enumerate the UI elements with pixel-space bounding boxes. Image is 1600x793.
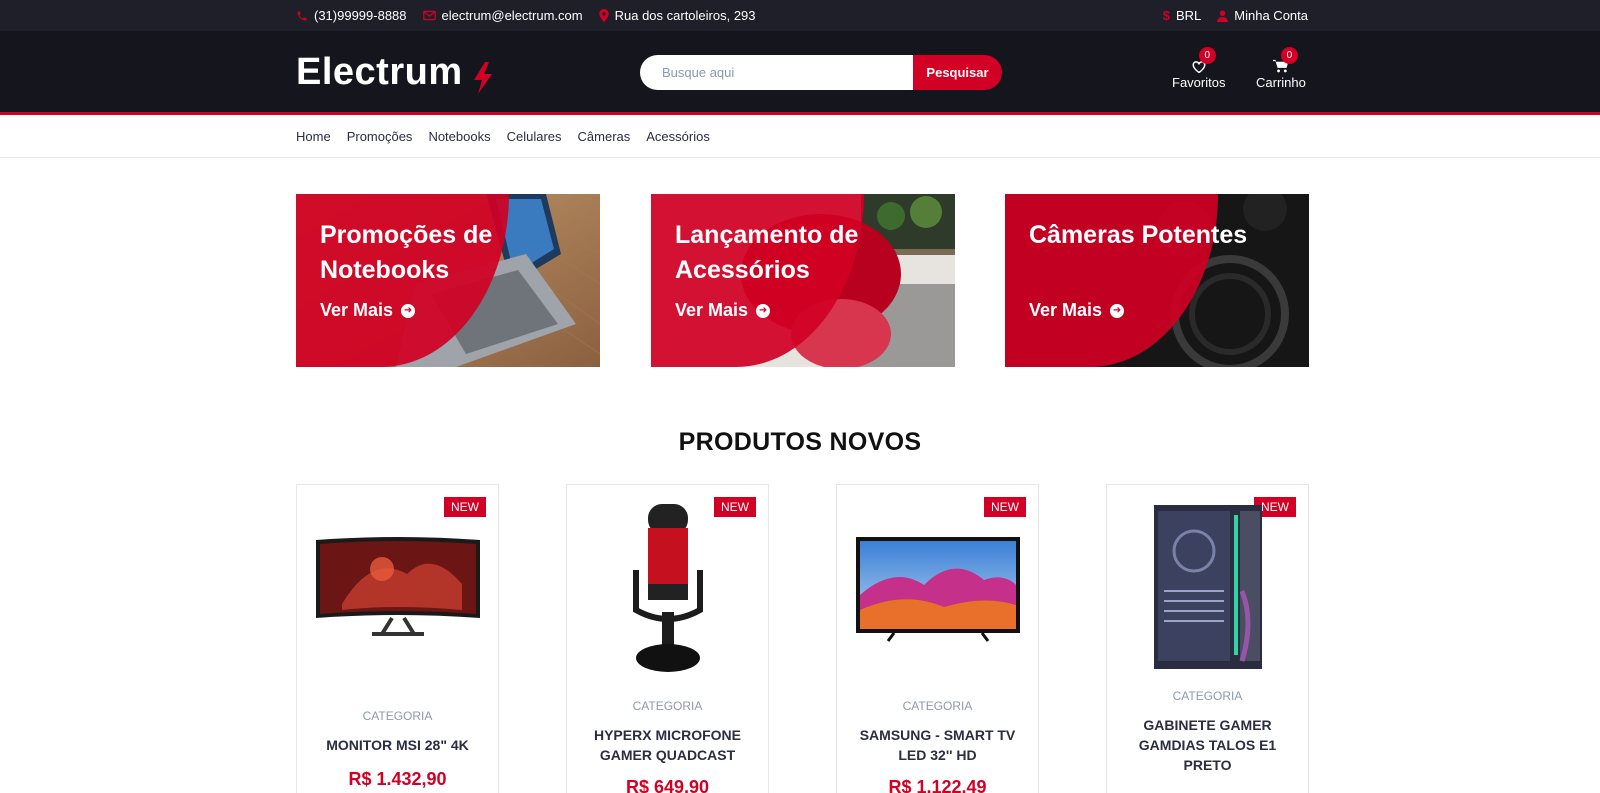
product-name[interactable]: GABINETE GAMER GAMDIAS TALOS E1 PRETO bbox=[1107, 715, 1308, 775]
cart-count: 0 bbox=[1280, 47, 1298, 64]
dollar-icon: $ bbox=[1162, 8, 1170, 23]
arrow-circle-right-icon: ➜ bbox=[1110, 303, 1125, 318]
currency-link[interactable]: $ BRL bbox=[1163, 8, 1202, 23]
address-text: Rua dos cartoleiros, 293 bbox=[614, 8, 756, 23]
section-title: PRODUTOS NOVOS bbox=[678, 428, 922, 456]
product-category: CATEGORIA bbox=[632, 699, 703, 713]
phone-icon bbox=[296, 10, 308, 22]
nav-item-celulares[interactable]: Celulares bbox=[507, 129, 562, 144]
top-header: (31)99999-8888 electrum@electrum.com Rua… bbox=[0, 0, 1600, 31]
product-image bbox=[567, 499, 768, 679]
collection-cameras[interactable]: Câmeras Potentes Ver Mais ➜ bbox=[1005, 194, 1309, 367]
currency-text: BRL bbox=[1175, 8, 1202, 23]
collection-title: Lançamento de Acessórios bbox=[675, 221, 859, 284]
product-name[interactable]: SAMSUNG - SMART TV LED 32'' HD bbox=[837, 725, 1038, 765]
address-link[interactable]: Rua dos cartoleiros, 293 bbox=[598, 8, 756, 23]
favorites-label: Favoritos bbox=[1172, 75, 1226, 90]
search-input[interactable] bbox=[640, 55, 913, 90]
product-image bbox=[837, 499, 1038, 679]
see-more-link[interactable]: Ver Mais ➜ bbox=[675, 300, 771, 321]
product-name[interactable]: MONITOR MSI 28" 4K bbox=[297, 735, 498, 755]
account-link[interactable]: Minha Conta bbox=[1217, 8, 1308, 23]
product-card[interactable]: NEW CATEGORIA HYPERX MICROFONE GAMER QUA… bbox=[566, 484, 769, 793]
arrow-circle-right-icon: ➜ bbox=[401, 303, 416, 318]
map-marker-icon bbox=[598, 9, 609, 22]
product-category: CATEGORIA bbox=[362, 709, 433, 723]
product-card[interactable]: NEW CATEGORIA SAMSUNG - SMART TV LED 32'… bbox=[836, 484, 1039, 793]
user-icon bbox=[1217, 10, 1229, 22]
favorites-link[interactable]: 0 Favoritos bbox=[1172, 47, 1226, 90]
collection-title: Promoções de Notebooks bbox=[320, 221, 493, 284]
arrow-circle-right-icon: ➜ bbox=[756, 303, 771, 318]
cart-link[interactable]: 0 Carrinho bbox=[1256, 47, 1306, 90]
see-more-link[interactable]: Ver Mais ➜ bbox=[320, 300, 416, 321]
product-name[interactable]: HYPERX MICROFONE GAMER QUADCAST bbox=[567, 725, 768, 765]
email-text: electrum@electrum.com bbox=[441, 8, 583, 23]
logo-text: Electrum bbox=[296, 51, 463, 93]
product-price: R$ 1.122,49 bbox=[888, 777, 987, 793]
collection-notebooks[interactable]: Promoções de Notebooks Ver Mais ➜ bbox=[296, 194, 600, 367]
see-more-link[interactable]: Ver Mais ➜ bbox=[1029, 300, 1125, 321]
product-image bbox=[1107, 497, 1308, 677]
favorites-count: 0 bbox=[1198, 47, 1216, 64]
product-category: CATEGORIA bbox=[1172, 689, 1243, 703]
product-price: R$ 1.432,90 bbox=[348, 769, 447, 789]
search-button[interactable]: Pesquisar bbox=[913, 55, 1002, 90]
nav-item-promocoes[interactable]: Promoções bbox=[347, 129, 413, 144]
nav-item-acessorios[interactable]: Acessórios bbox=[646, 129, 710, 144]
search-form: Pesquisar bbox=[640, 55, 1002, 90]
cart-label: Carrinho bbox=[1256, 75, 1306, 90]
email-link[interactable]: electrum@electrum.com bbox=[422, 8, 583, 23]
phone-text: (31)99999-8888 bbox=[314, 8, 407, 23]
lightning-icon bbox=[473, 61, 492, 94]
envelope-icon bbox=[422, 10, 436, 21]
account-text: Minha Conta bbox=[1234, 8, 1308, 23]
collection-accessories[interactable]: Lançamento de Acessórios Ver Mais ➜ bbox=[651, 194, 955, 367]
main-header: Electrum Pesquisar 0 Favoritos 0 Carrinh… bbox=[0, 31, 1600, 115]
collection-title: Câmeras Potentes bbox=[1029, 221, 1248, 249]
account-links: $ BRL Minha Conta bbox=[1163, 8, 1308, 23]
product-card[interactable]: NEW CATEGORIA GABINETE GAMER GAMDIAS TAL… bbox=[1106, 484, 1309, 793]
main-navigation: Home Promoções Notebooks Celulares Câmer… bbox=[0, 115, 1600, 158]
logo[interactable]: Electrum bbox=[296, 51, 495, 94]
product-price: R$ 649,90 bbox=[625, 777, 710, 793]
phone-link[interactable]: (31)99999-8888 bbox=[296, 8, 407, 23]
product-card[interactable]: NEW CATEGORIA MONITOR MSI 28" 4K R$ 1.43… bbox=[296, 484, 499, 793]
contact-links: (31)99999-8888 electrum@electrum.com Rua… bbox=[296, 8, 756, 23]
nav-item-home[interactable]: Home bbox=[296, 129, 331, 144]
product-image bbox=[297, 499, 498, 679]
nav-item-cameras[interactable]: Câmeras bbox=[578, 129, 631, 144]
nav-item-notebooks[interactable]: Notebooks bbox=[428, 129, 490, 144]
product-category: CATEGORIA bbox=[902, 699, 973, 713]
